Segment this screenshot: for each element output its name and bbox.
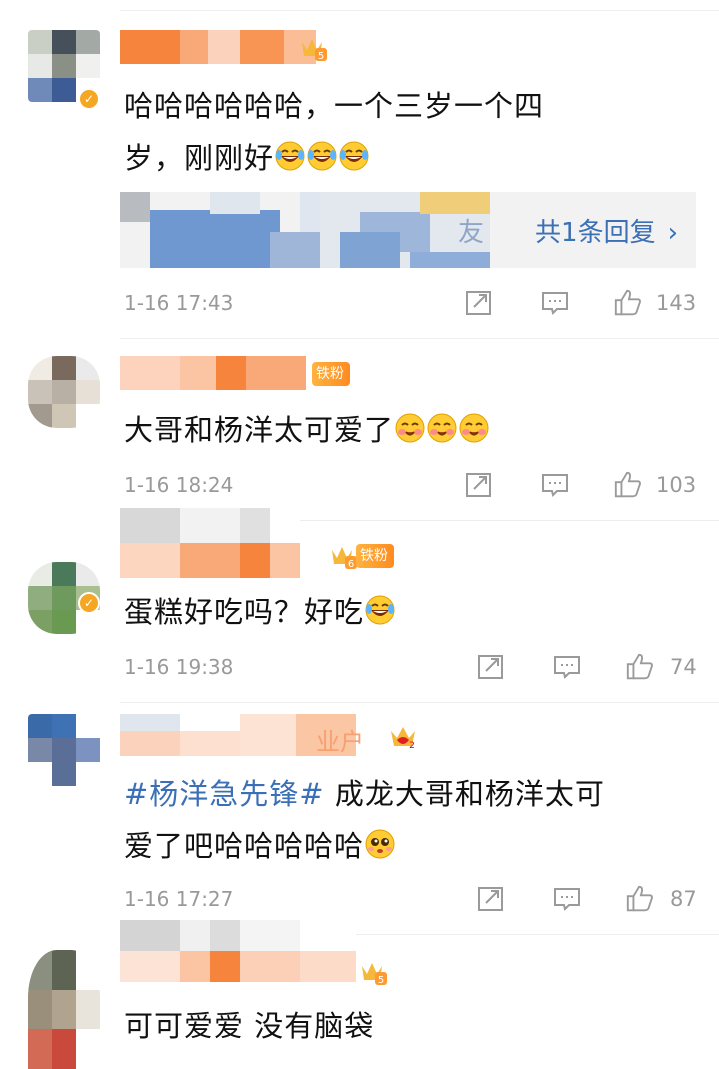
comment-icon[interactable]	[552, 652, 582, 682]
blush-emoji-icon	[394, 412, 426, 444]
comment-icon[interactable]	[540, 288, 570, 318]
like-count: 87	[670, 887, 697, 911]
share-icon[interactable]	[476, 652, 506, 682]
chevron-right-icon: ›	[667, 218, 678, 248]
comment-meta: 1-16 17:27 87	[124, 884, 699, 914]
share-icon[interactable]	[464, 288, 494, 318]
divider	[120, 10, 719, 11]
timestamp: 1-16 17:27	[124, 887, 234, 911]
level-badge-icon: 5	[362, 963, 387, 986]
laugh-cry-emoji-icon	[364, 594, 396, 626]
comment-text: 可可爱爱 没有脑袋	[124, 1000, 679, 1052]
fan-badge-label: 铁粉	[316, 366, 344, 382]
avatar[interactable]	[28, 714, 100, 786]
reply-preview[interactable]: 友 共1条回复 ›	[120, 192, 696, 268]
comment-meta: 1-16 19:38 74	[124, 652, 699, 682]
comment-text-line: 成龙大哥和杨洋太可	[334, 777, 605, 811]
avatar[interactable]	[28, 356, 100, 428]
divider	[120, 338, 719, 339]
comment-text: 蛋糕好吃吗？好吃	[124, 586, 679, 638]
username-blurred[interactable]	[120, 508, 300, 578]
comment-meta: 1-16 17:43 143	[124, 288, 699, 318]
comment-text-line: 爱了吧哈哈哈哈哈	[124, 829, 365, 863]
like-count: 103	[656, 473, 697, 497]
svg-text:5: 5	[378, 975, 384, 986]
comment-text-line: 大哥和杨洋太可爱了	[124, 413, 395, 447]
username-blurred[interactable]	[120, 920, 356, 982]
comment-text: #杨洋急先锋# 成龙大哥和杨洋太可 爱了吧哈哈哈哈哈	[124, 768, 679, 872]
comment-text-line: 岁，刚刚好	[124, 141, 275, 175]
username-blurred[interactable]	[120, 30, 316, 64]
comment-text-line: 可可爱爱 没有脑袋	[124, 1009, 375, 1043]
comment-text-line: 哈哈哈哈哈哈，一个三岁一个四	[124, 89, 545, 123]
like-count: 74	[670, 655, 697, 679]
laugh-cry-emoji-icon	[338, 140, 370, 172]
comment-meta: 1-16 18:24 103	[124, 470, 699, 500]
blush-emoji-icon	[458, 412, 490, 444]
reply-name-fragment: 友	[458, 218, 485, 248]
like-count: 143	[656, 291, 697, 315]
svg-text:5: 5	[318, 51, 324, 62]
share-icon[interactable]	[476, 884, 506, 914]
like-icon[interactable]	[624, 884, 656, 914]
comment-feed: ✓ 5 哈哈哈哈哈哈，一个三岁一个四 岁，刚刚好 友 共1条回复 › 1-16 …	[0, 0, 719, 1069]
timestamp: 1-16 18:24	[124, 473, 234, 497]
share-icon[interactable]	[464, 470, 494, 500]
hashtag-link[interactable]: #杨洋急先锋#	[124, 777, 325, 811]
comment-text: 哈哈哈哈哈哈，一个三岁一个四 岁，刚刚好	[124, 80, 679, 184]
cute-face-emoji-icon	[364, 828, 396, 860]
fan-badge-label: 铁粉	[360, 548, 388, 564]
comment-icon[interactable]	[552, 884, 582, 914]
like-icon[interactable]	[612, 470, 644, 500]
crown-badge-icon: 2	[391, 727, 415, 750]
verified-badge-icon: ✓	[78, 592, 100, 614]
blush-emoji-icon	[426, 412, 458, 444]
fan-badge: 铁粉	[312, 362, 350, 386]
svg-text:2: 2	[409, 741, 415, 750]
level-badge-icon: 6	[332, 547, 357, 570]
laugh-cry-emoji-icon	[306, 140, 338, 172]
comment-text-line: 蛋糕好吃吗？好吃	[124, 595, 365, 629]
like-icon[interactable]	[612, 288, 644, 318]
reply-count-label: 共1条回复	[535, 218, 656, 248]
verified-badge-icon: ✓	[78, 88, 100, 110]
username-blurred[interactable]	[120, 356, 306, 390]
timestamp: 1-16 17:43	[124, 291, 234, 315]
username-fragment: 业户	[316, 728, 364, 756]
comment-text: 大哥和杨洋太可爱了	[124, 404, 679, 456]
laugh-cry-emoji-icon	[274, 140, 306, 172]
timestamp: 1-16 19:38	[124, 655, 234, 679]
level-badge-icon: 5	[302, 39, 327, 62]
like-icon[interactable]	[624, 652, 656, 682]
view-replies-link[interactable]: 共1条回复 ›	[535, 212, 678, 249]
avatar[interactable]	[28, 950, 100, 1069]
fan-badge: 铁粉	[356, 544, 394, 568]
comment-icon[interactable]	[540, 470, 570, 500]
svg-text:6: 6	[348, 559, 354, 570]
divider	[120, 702, 719, 703]
